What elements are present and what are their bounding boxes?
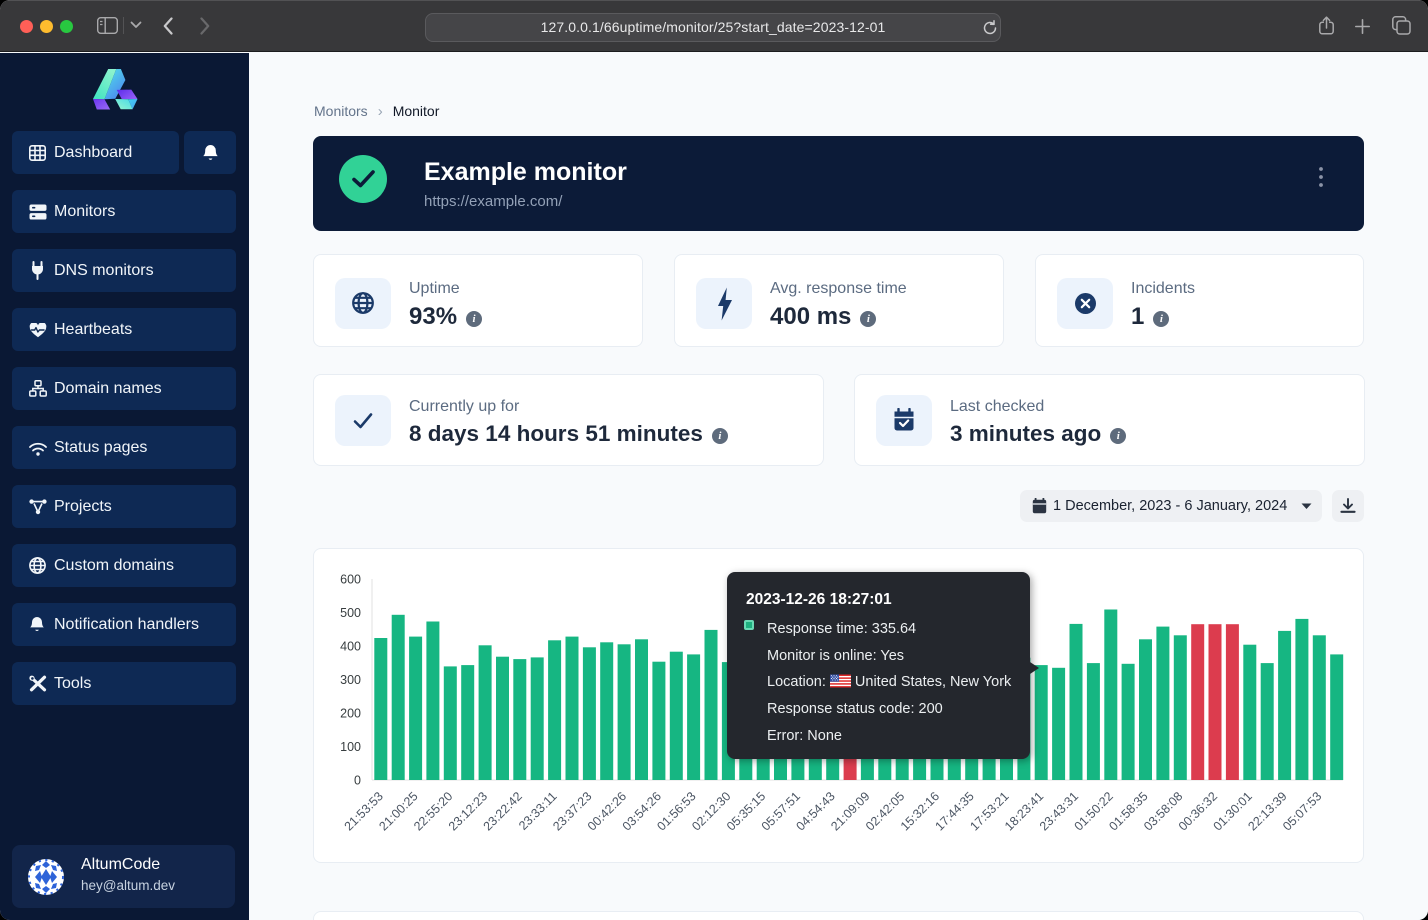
- svg-text:0: 0: [354, 774, 361, 788]
- svg-text:100: 100: [340, 740, 361, 754]
- svg-text:500: 500: [340, 606, 361, 620]
- svg-text:05:07:53: 05:07:53: [1280, 789, 1324, 833]
- svg-text:200: 200: [340, 707, 361, 721]
- svg-text:600: 600: [340, 573, 361, 587]
- svg-text:400: 400: [340, 640, 361, 654]
- svg-text:300: 300: [340, 673, 361, 687]
- svg-text:23:22:42: 23:22:42: [481, 789, 525, 833]
